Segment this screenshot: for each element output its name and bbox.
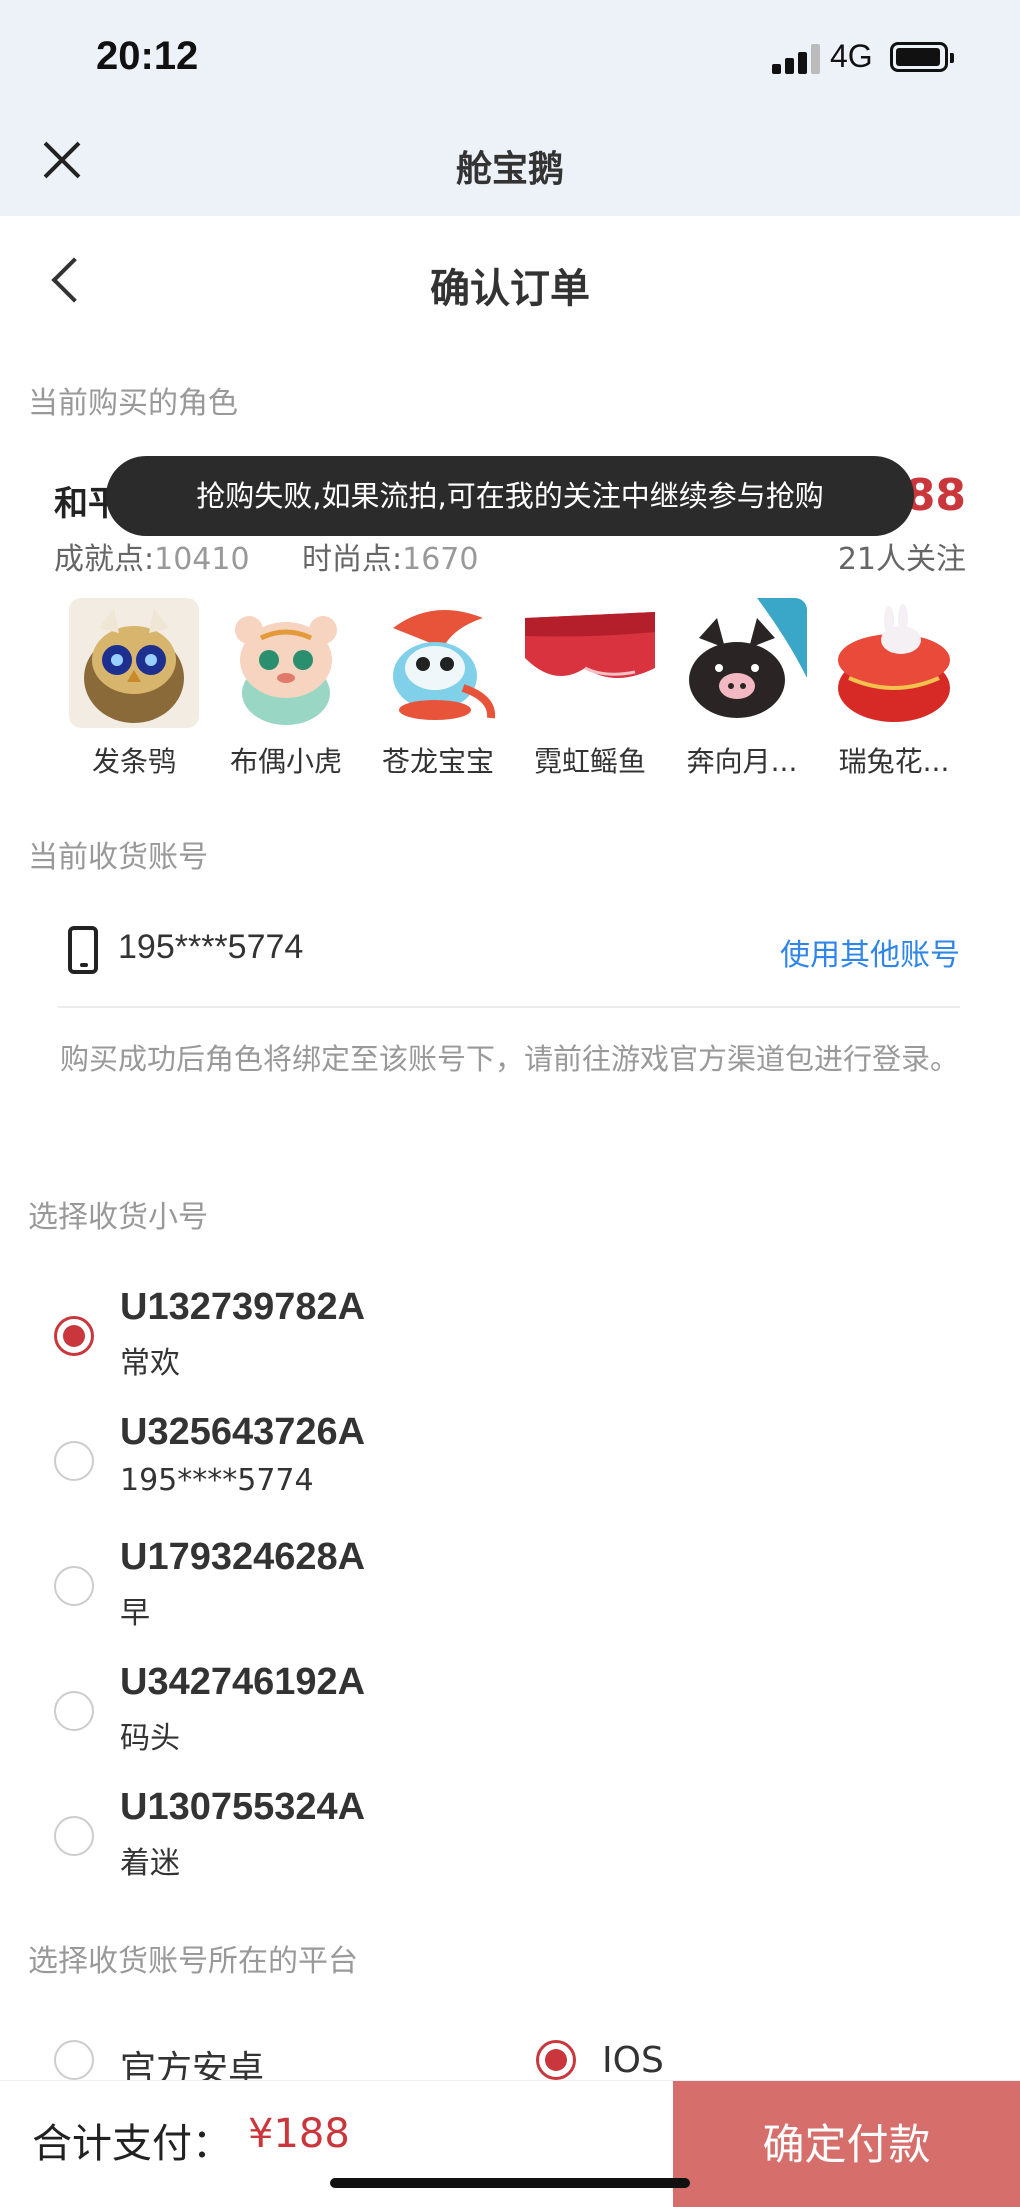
sub-account-id: U342746192A (120, 1661, 366, 1703)
radio-unchecked[interactable] (54, 2040, 94, 2080)
account-number: 195****5774 (118, 928, 304, 966)
platform-label: IOS (602, 2040, 664, 2081)
battery-icon (890, 42, 954, 72)
sub-account-id: U325643726A (120, 1411, 366, 1453)
skin-name: 发条鸮 (91, 745, 176, 778)
sub-account-option[interactable]: U342746192A 码头 (54, 1661, 954, 1771)
role-section-label: 当前购买的角色 (28, 386, 238, 421)
sub-account-section-label: 选择收货小号 (28, 1200, 208, 1235)
sub-account-option[interactable]: U132739782A 常欢 (54, 1286, 954, 1396)
skin-list: 发条鸮 布偶小虎 苍龙宝宝 霓虹鳐鱼 奔向月... 瑞兔花... (58, 598, 978, 778)
skin-item[interactable]: 霓虹鳐鱼 (514, 598, 666, 780)
pig-skin-thumb (677, 598, 807, 728)
achievement-points: 成就点:10410 (54, 534, 250, 578)
owl-skin-thumb (69, 598, 199, 728)
skin-name: 霓虹鳐鱼 (533, 745, 646, 778)
skin-item[interactable]: 布偶小虎 (210, 598, 362, 780)
toast-message: 抢购失败,如果流拍,可在我的关注中继续参与抢购 (106, 456, 914, 536)
follower-count: 21人关注 (837, 542, 966, 577)
skin-name: 布偶小虎 (229, 745, 342, 778)
mini-app-title: 舱宝鹅 (455, 149, 564, 190)
fashion-value: 1670 (402, 542, 479, 577)
total-label: 合计支付： (32, 2121, 232, 2167)
signal-icon (772, 44, 820, 74)
ray-skin-thumb (525, 598, 655, 728)
sub-account-name: 早 (120, 1596, 150, 1631)
sub-account-name: 码头 (120, 1721, 180, 1756)
skin-name: 苍龙宝宝 (381, 745, 494, 778)
radio-checked[interactable] (536, 2040, 576, 2080)
switch-account-link[interactable]: 使用其他账号 (780, 930, 960, 974)
achievement-value: 10410 (154, 542, 250, 577)
account-section-label: 当前收货账号 (28, 840, 208, 875)
skin-item[interactable]: 苍龙宝宝 (362, 598, 514, 780)
skin-name: 奔向月... (686, 745, 798, 778)
sub-account-name: 着迷 (120, 1846, 180, 1881)
sub-account-name: 常欢 (120, 1346, 180, 1381)
confirm-pay-button[interactable]: 确定付款 (673, 2081, 1020, 2207)
radio-unchecked[interactable] (54, 1566, 94, 1606)
divider (58, 1006, 960, 1008)
sub-account-option[interactable]: U130755324A 着迷 (54, 1786, 954, 1896)
skin-item[interactable]: 瑞兔花... (818, 598, 970, 780)
page-title: 确认订单 (430, 266, 590, 312)
total-price: ¥188 (248, 2111, 350, 2157)
radio-unchecked[interactable] (54, 1691, 94, 1731)
fashion-label: 时尚点: (302, 542, 403, 577)
sub-account-id: U130755324A (120, 1786, 366, 1828)
sub-account-option[interactable]: U179324628A 早 (54, 1536, 954, 1646)
platform-section-label: 选择收货账号所在的平台 (28, 1944, 358, 1979)
sub-account-id: U132739782A (120, 1286, 366, 1328)
fashion-points: 时尚点:1670 (302, 534, 478, 578)
phone-icon (68, 926, 98, 974)
tiger-skin-thumb (221, 598, 351, 728)
account-row: 195****5774 使用其他账号 (60, 920, 960, 1000)
binding-notice: 购买成功后角色将绑定至该账号下，请前往游戏官方渠道包进行登录。 (60, 1042, 960, 1076)
skin-name: 瑞兔花... (838, 745, 950, 778)
dragon-skin-thumb (373, 598, 503, 728)
status-time: 20:12 (96, 34, 199, 78)
skin-item[interactable]: 奔向月... (666, 598, 818, 780)
home-indicator (330, 2178, 690, 2188)
sub-account-option[interactable]: U325643726A 195****5774 (54, 1411, 954, 1521)
skin-item[interactable]: 发条鸮 (58, 598, 210, 780)
sub-account-name: 195****5774 (120, 1463, 314, 1498)
rabbit-skin-thumb (829, 598, 959, 728)
sub-account-id: U179324628A (120, 1536, 366, 1578)
radio-unchecked[interactable] (54, 1816, 94, 1856)
radio-checked[interactable] (54, 1316, 94, 1356)
achievement-label: 成就点: (54, 542, 155, 577)
status-bar: 20:12 4G (0, 0, 1020, 120)
radio-unchecked[interactable] (54, 1441, 94, 1481)
network-type: 4G (830, 38, 873, 74)
